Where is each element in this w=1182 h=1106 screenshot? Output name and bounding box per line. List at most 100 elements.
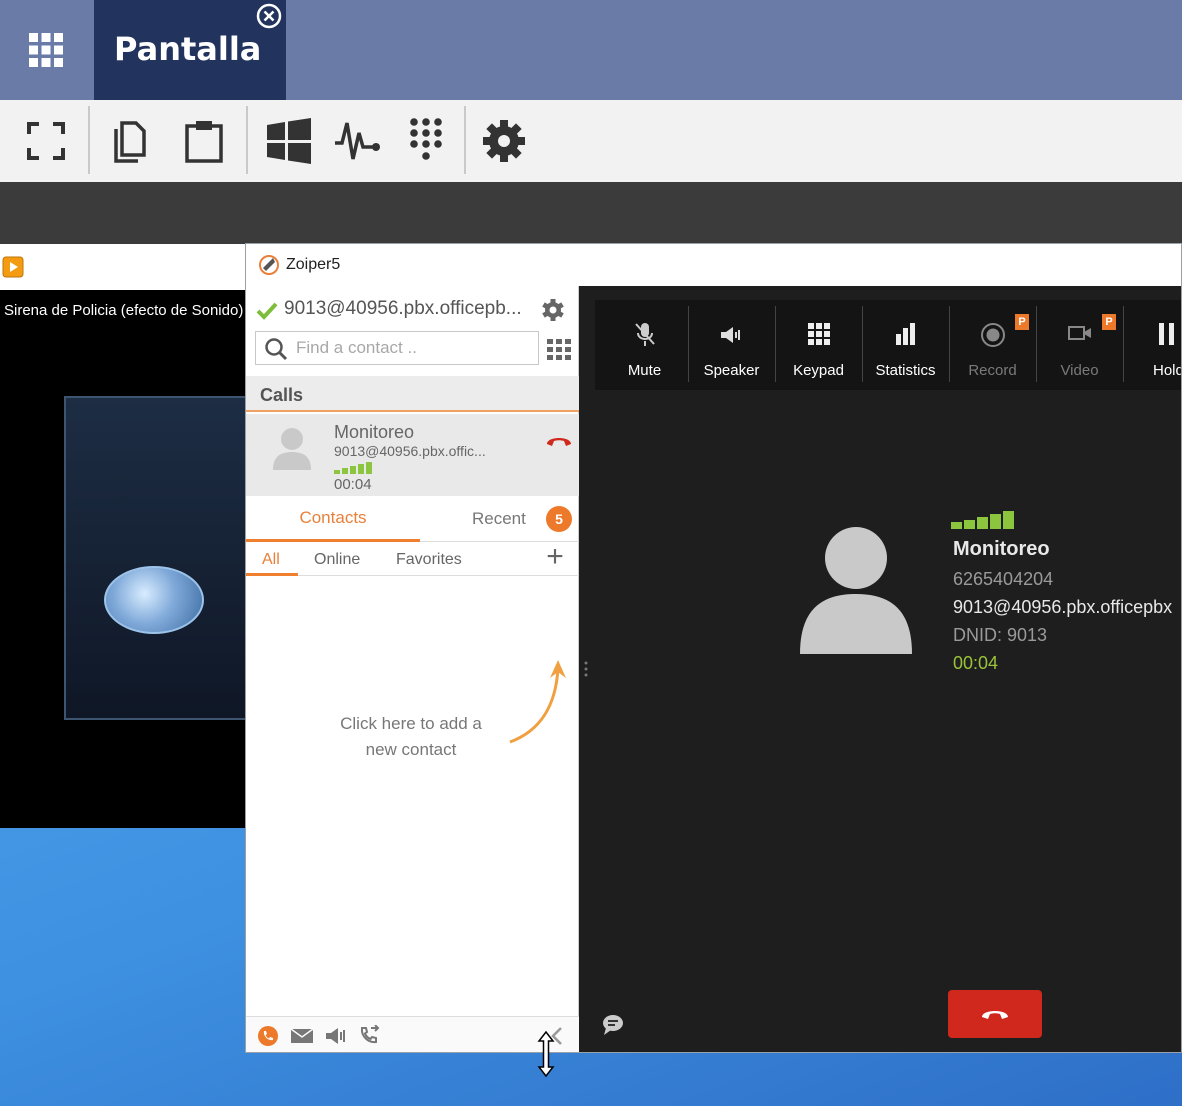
bar-chart-icon (895, 323, 915, 345)
keypad-icon (807, 323, 830, 345)
active-call-name: Monitoreo (953, 538, 1050, 560)
call-forward-icon[interactable] (358, 1025, 382, 1047)
dialpad-button[interactable] (399, 114, 453, 168)
account-status[interactable]: 9013@40956.pbx.officepb... (256, 296, 566, 326)
zoiper-logo-icon (259, 255, 279, 275)
search-icon (265, 338, 288, 361)
active-call-number: 6265404204 (953, 569, 1054, 589)
activity-button[interactable] (331, 114, 385, 168)
close-circle-icon[interactable] (256, 3, 282, 29)
speaker-icon[interactable] (324, 1025, 348, 1047)
call-contact-name: Monitoreo (334, 422, 415, 442)
paste-button[interactable] (177, 114, 231, 168)
hold-button[interactable]: Hold (1123, 300, 1182, 390)
record-label: Record (968, 362, 1017, 379)
contact-avatar-icon (800, 527, 912, 654)
fullscreen-icon (27, 122, 65, 160)
envelope-icon[interactable] (290, 1025, 314, 1047)
pulse-icon (335, 122, 380, 160)
video-camera-icon (1067, 326, 1091, 340)
calls-header-label: Calls (260, 385, 304, 405)
windows-key-button[interactable] (262, 114, 316, 168)
remote-desktop-header (0, 182, 1182, 244)
pause-icon (1159, 323, 1174, 345)
tab-contacts[interactable]: Contacts (246, 496, 420, 542)
mute-label: Mute (627, 362, 662, 379)
dialpad-icon[interactable] (547, 339, 571, 361)
video-orb (104, 566, 204, 634)
search-input[interactable] (296, 336, 526, 360)
tab-bar: Pantalla (0, 0, 1182, 100)
tab-recent[interactable]: Recent 5 (420, 496, 579, 542)
calls-section-header: Calls (246, 376, 579, 412)
active-call-duration: 00:04 (953, 653, 999, 673)
contact-search[interactable] (255, 331, 539, 365)
filter-all[interactable]: All (262, 551, 280, 569)
add-contact-button[interactable]: + (542, 542, 568, 572)
keypad-button[interactable]: Keypad (775, 300, 862, 390)
drag-handle-icon (584, 661, 588, 677)
phone-icon[interactable] (256, 1025, 280, 1047)
record-button[interactable]: Record P (949, 300, 1036, 390)
clipboard-icon (185, 121, 223, 163)
contact-filters: All Online Favorites + (246, 542, 579, 576)
avatar-icon (273, 428, 311, 470)
video-frame (64, 396, 264, 720)
video-title: Sirena de Policia (efecto de Sonido) (4, 302, 244, 319)
speaker-button[interactable]: Speaker (688, 300, 775, 390)
hint-line-1: Click here to add a (340, 714, 482, 733)
active-call-item[interactable]: Monitoreo 9013@40956.pbx.offic... 00:04 (246, 414, 579, 496)
toolbar (0, 100, 1182, 182)
pane-splitter[interactable] (584, 660, 588, 678)
tab-title: Pantalla (114, 30, 262, 68)
signal-strength-icon (334, 462, 372, 474)
dialpad-icon (410, 118, 442, 160)
contacts-pane: 9013@40956.pbx.officepb... Find a contac… (246, 286, 579, 1052)
toolbar-divider (88, 106, 90, 174)
active-call-uri: 9013@40956.pbx.officepbx (953, 597, 1173, 617)
gear-icon[interactable] (541, 298, 565, 322)
tab-pantalla[interactable]: Pantalla (94, 0, 286, 100)
active-call-dnid: DNID: 9013 (953, 625, 1048, 645)
call-controls: Mute Speaker Keypad Statistics Record P … (595, 300, 1182, 390)
video-player-window[interactable]: Sirena de Policia (efecto de Sonido) (0, 244, 264, 828)
zoiper-window[interactable]: Zoiper5 9013@40956.pbx.officepb... Find … (245, 243, 1182, 1053)
add-contact-hint[interactable]: Click here to add a new contact (326, 711, 496, 763)
signal-strength-icon (951, 511, 1014, 529)
settings-button[interactable] (477, 114, 531, 168)
checkmark-icon (256, 302, 278, 320)
speaker-icon (720, 327, 740, 343)
hold-label: Hold (1153, 362, 1182, 379)
tab-recent-label: Recent (472, 509, 526, 528)
statistics-button[interactable]: Statistics (862, 300, 949, 390)
fullscreen-button[interactable] (19, 114, 73, 168)
video-button[interactable]: Video P (1036, 300, 1123, 390)
mute-button[interactable]: Mute (601, 300, 688, 390)
filter-favorites[interactable]: Favorites (396, 551, 462, 569)
record-icon (980, 323, 1005, 347)
account-name: 9013@40956.pbx.officepb... (284, 298, 522, 319)
apps-grid-button[interactable] (0, 0, 92, 100)
hangup-icon[interactable] (546, 434, 572, 448)
call-duration: 00:04 (334, 476, 372, 493)
copy-button[interactable] (105, 114, 159, 168)
bottom-bar (246, 1016, 579, 1052)
toolbar-divider (464, 106, 466, 174)
recent-count-badge: 5 (546, 506, 572, 532)
filter-online[interactable]: Online (314, 551, 360, 569)
copy-icon (114, 121, 146, 163)
keypad-label: Keypad (793, 362, 844, 379)
chat-bubble-icon[interactable] (601, 1014, 625, 1036)
video-label: Video (1060, 362, 1099, 379)
microphone-muted-icon (634, 323, 655, 346)
hangup-icon (982, 1011, 1008, 1019)
gear-icon (483, 120, 525, 162)
premium-badge: P (1015, 314, 1029, 330)
toolbar-divider (246, 106, 248, 174)
window-title: Zoiper5 (286, 256, 341, 273)
windows-icon (267, 118, 311, 164)
call-contact-uri: 9013@40956.pbx.offic... (334, 443, 486, 459)
curved-arrow-icon (509, 660, 566, 744)
hangup-button[interactable] (948, 990, 1042, 1038)
hint-line-2: new contact (365, 740, 457, 759)
